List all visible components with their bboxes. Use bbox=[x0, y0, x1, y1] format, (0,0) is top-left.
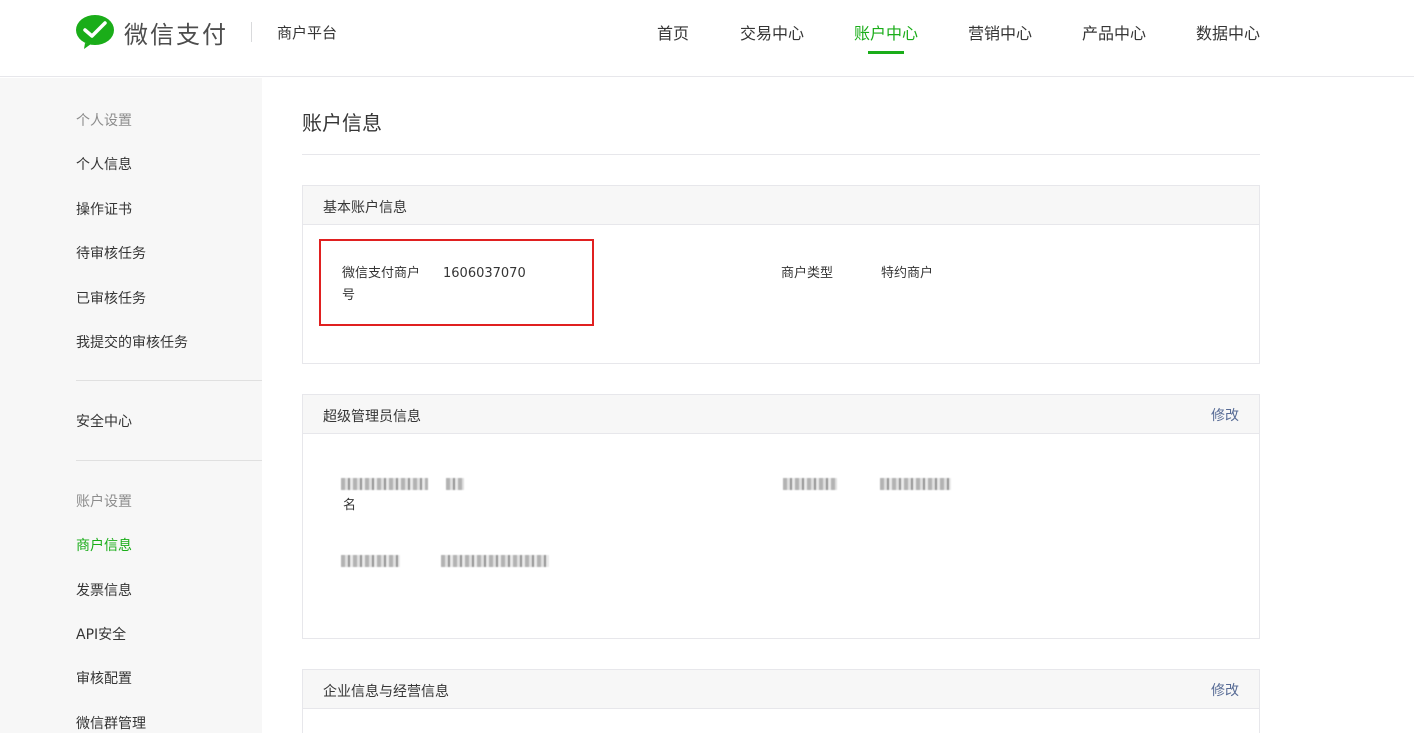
sidebar-group-personal-title: 个人设置 bbox=[76, 113, 132, 129]
nav-products[interactable]: 产品中心 bbox=[1082, 20, 1146, 44]
sidebar-item-personal-info[interactable]: 个人信息 bbox=[76, 154, 132, 174]
platform-name: 商户平台 bbox=[277, 24, 338, 42]
redacted-label bbox=[341, 555, 400, 567]
sidebar-item-security[interactable]: 安全中心 bbox=[76, 411, 132, 431]
sidebar-item-invoice[interactable]: 发票信息 bbox=[76, 580, 132, 600]
nav-marketing[interactable]: 营销中心 bbox=[968, 20, 1032, 44]
header-divider bbox=[251, 22, 252, 42]
redacted-value bbox=[441, 555, 549, 567]
merchant-type-label: 商户类型 bbox=[781, 266, 834, 281]
panel-header: 超级管理员信息 修改 bbox=[303, 395, 1259, 434]
redacted-label bbox=[783, 478, 837, 490]
nav-transactions[interactable]: 交易中心 bbox=[740, 20, 804, 44]
sidebar-item-wechat-group[interactable]: 微信群管理 bbox=[76, 713, 146, 733]
panel-title: 超级管理员信息 bbox=[323, 409, 421, 425]
panel-title: 基本账户信息 bbox=[323, 200, 407, 216]
nav-home[interactable]: 首页 bbox=[657, 20, 689, 44]
enterprise-info-panel: 企业信息与经营信息 修改 bbox=[302, 669, 1260, 733]
sidebar-item-my-submitted[interactable]: 我提交的审核任务 bbox=[76, 332, 188, 352]
sidebar-item-merchant-info[interactable]: 商户信息 bbox=[76, 535, 132, 555]
merchant-type-value: 特约商户 bbox=[881, 266, 934, 281]
sidebar-item-reviewed[interactable]: 已审核任务 bbox=[76, 288, 146, 308]
nav-data[interactable]: 数据中心 bbox=[1196, 20, 1260, 44]
active-nav-indicator bbox=[868, 51, 904, 54]
page-title: 账户信息 bbox=[302, 111, 382, 135]
admin-name-label-tail: 名 bbox=[343, 498, 357, 513]
redacted-value bbox=[880, 478, 951, 490]
sidebar: 个人设置 个人信息 操作证书 待审核任务 已审核任务 我提交的审核任务 安全中心… bbox=[0, 78, 262, 733]
sidebar-item-certificate[interactable]: 操作证书 bbox=[76, 199, 132, 219]
panel-title: 企业信息与经营信息 bbox=[323, 684, 449, 700]
edit-enterprise-link[interactable]: 修改 bbox=[1211, 680, 1239, 700]
top-header: 微信支付 商户平台 首页 交易中心 账户中心 营销中心 产品中心 数据中心 bbox=[0, 0, 1414, 77]
redacted-label bbox=[341, 478, 428, 490]
edit-admin-link[interactable]: 修改 bbox=[1211, 405, 1239, 425]
super-admin-panel: 超级管理员信息 修改 bbox=[302, 394, 1260, 639]
wechat-pay-logo-icon bbox=[76, 15, 114, 49]
sidebar-item-api-security[interactable]: API安全 bbox=[76, 624, 126, 644]
nav-account-center[interactable]: 账户中心 bbox=[854, 20, 918, 44]
sidebar-item-review-config[interactable]: 审核配置 bbox=[76, 668, 132, 688]
redacted-value bbox=[446, 478, 464, 490]
panel-header: 基本账户信息 bbox=[303, 186, 1259, 225]
panel-header: 企业信息与经营信息 修改 bbox=[303, 670, 1259, 709]
sidebar-divider bbox=[76, 460, 262, 461]
sidebar-group-account-title: 账户设置 bbox=[76, 494, 132, 510]
sidebar-divider bbox=[76, 380, 262, 381]
sidebar-item-pending-review[interactable]: 待审核任务 bbox=[76, 243, 146, 263]
highlight-annotation-box bbox=[319, 239, 594, 326]
brand-name: 微信支付 bbox=[124, 21, 228, 49]
title-divider bbox=[302, 154, 1260, 155]
